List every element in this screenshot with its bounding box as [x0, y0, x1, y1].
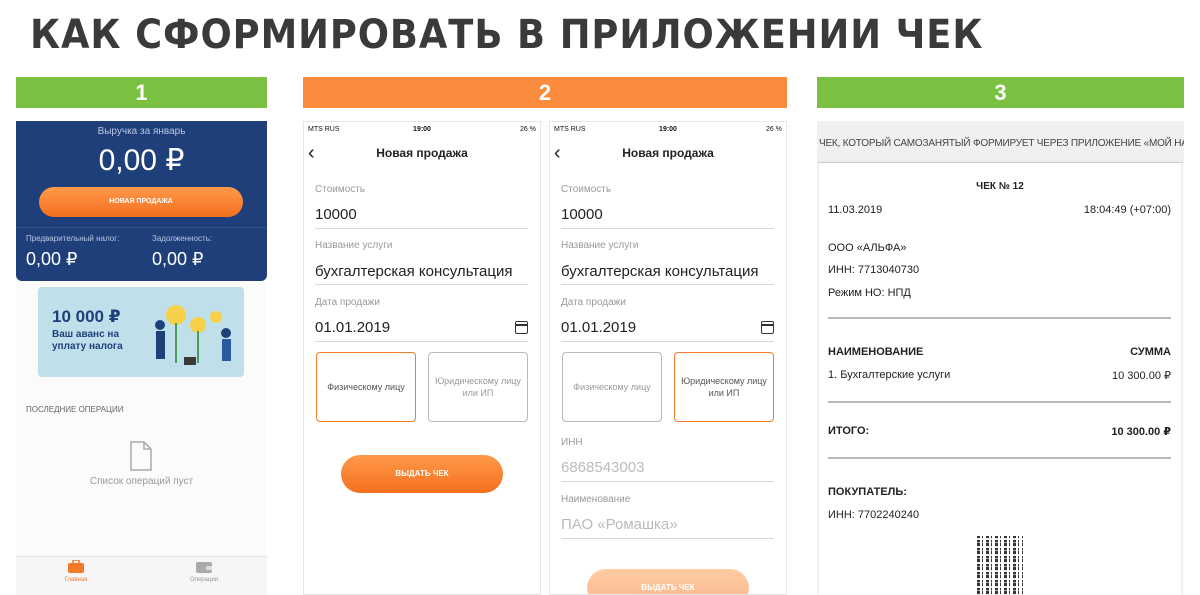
receipt-date: 11.03.2019: [828, 204, 883, 216]
choice-individual[interactable]: Физическому лицу: [562, 352, 662, 422]
total-label: ИТОГО:: [828, 425, 870, 437]
advance-banner[interactable]: 10 000 ₽ Ваш аванс на уплату налога: [38, 287, 244, 377]
new-sale-screen-legal: MTS RUS 19:00 26 % ‹ Новая продажа Стоим…: [549, 121, 787, 595]
home-screen: Выручка за январь 0,00 ₽ НОВАЯ ПРОДАЖА П…: [16, 121, 267, 595]
receipt-number: ЧЕК № 12: [976, 181, 1024, 192]
column-name-header: НАИМЕНОВАНИЕ: [828, 346, 924, 358]
buyer-label: ПОКУПАТЕЛЬ:: [828, 486, 907, 498]
calendar-icon[interactable]: [515, 321, 528, 334]
nav-title: Новая продажа: [376, 146, 468, 160]
step-2-header: 2: [303, 77, 787, 108]
total-value: 10 300.00 ₽: [1111, 426, 1171, 438]
tab-operations-label: Операции: [189, 577, 219, 583]
briefcase-icon: [68, 560, 84, 573]
service-input[interactable]: бухгалтерская консультация: [561, 263, 758, 280]
qr-code: [977, 536, 1023, 595]
wallet-icon: [196, 562, 212, 573]
new-sale-button[interactable]: НОВАЯ ПРОДАЖА: [39, 187, 243, 217]
divider: [561, 481, 774, 482]
divider: [828, 317, 1171, 319]
receipt-sheet: ЧЕК № 12 11.03.2019 18:04:49 (+07:00) ОО…: [819, 163, 1181, 595]
company-name-label: Наименование: [561, 494, 631, 505]
status-bar: MTS RUS 19:00 26 %: [304, 122, 540, 140]
step-3-header: 3: [817, 77, 1184, 108]
tab-operations[interactable]: Операции: [164, 560, 244, 583]
choice-legal-entity[interactable]: Юридическому лицу или ИП: [428, 352, 528, 422]
debt-value: 0,00 ₽: [152, 249, 204, 269]
page-title: КАК СФОРМИРОВАТЬ В ПРИЛОЖЕНИИ ЧЕК: [30, 12, 984, 58]
clock: 19:00: [413, 126, 431, 133]
date-input[interactable]: 01.01.2019: [315, 319, 390, 336]
issue-receipt-button[interactable]: ВЫДАТЬ ЧЕК: [587, 569, 749, 594]
issue-receipt-button[interactable]: ВЫДАТЬ ЧЕК: [341, 455, 503, 493]
debt-label: Задолженность:: [152, 234, 213, 243]
divider: [16, 227, 267, 228]
tax-label: Предварительный налог:: [26, 234, 120, 243]
inn-label: ИНН: [561, 437, 583, 448]
divider: [561, 341, 774, 342]
receipt-panel: ЧЕК, КОТОРЫЙ САМОЗАНЯТЫЙ ФОРМИРУЕТ ЧЕРЕЗ…: [817, 121, 1184, 595]
nav-bar: ‹ Новая продажа: [550, 140, 786, 168]
divider: [315, 228, 528, 229]
seller-inn: ИНН: 7713040730: [828, 264, 920, 276]
inn-input[interactable]: 6868543003: [561, 459, 644, 476]
tab-home-label: Главная: [64, 577, 88, 583]
divider: [561, 538, 774, 539]
divider: [828, 401, 1171, 403]
choice-individual[interactable]: Физическому лицу: [316, 352, 416, 422]
date-label: Дата продажи: [561, 297, 626, 308]
battery-label: 26 %: [520, 126, 536, 133]
service-input[interactable]: бухгалтерская консультация: [315, 263, 512, 280]
recent-operations-label: ПОСЛЕДНИЕ ОПЕРАЦИИ: [26, 405, 124, 414]
service-label: Название услуги: [315, 240, 393, 251]
tax-value: 0,00 ₽: [26, 249, 78, 269]
column-sum-header: СУММА: [1130, 346, 1171, 358]
calendar-icon[interactable]: [761, 321, 774, 334]
banner-amount: 10 000 ₽: [52, 307, 121, 326]
empty-list-text: Список операций пуст: [89, 476, 194, 487]
money-tree-illustration: [155, 305, 231, 365]
divider: [315, 284, 528, 285]
revenue-header: Выручка за январь 0,00 ₽ НОВАЯ ПРОДАЖА П…: [16, 121, 267, 281]
nav-title: Новая продажа: [622, 146, 714, 160]
buyer-inn: ИНН: 7702240240: [828, 509, 920, 521]
item-name: 1. Бухгалтерские услуги: [828, 369, 951, 381]
company-name-input[interactable]: ПАО «Ромашка»: [561, 516, 678, 533]
item-sum: 10 300.00 ₽: [1112, 370, 1171, 382]
step-1-header: 1: [16, 77, 267, 108]
document-icon: [130, 441, 152, 471]
tab-home[interactable]: Главная: [36, 560, 116, 583]
divider: [315, 341, 528, 342]
divider: [561, 284, 774, 285]
seller-name: ООО «АЛЬФА»: [828, 242, 907, 254]
divider: [561, 228, 774, 229]
choice-legal-entity[interactable]: Юридическому лицу или ИП: [674, 352, 774, 422]
divider: [828, 457, 1171, 459]
receipt-header: ЧЕК, КОТОРЫЙ САМОЗАНЯТЫЙ ФОРМИРУЕТ ЧЕРЕЗ…: [817, 121, 1184, 163]
tax-mode: Режим НО: НПД: [828, 287, 911, 299]
cost-input[interactable]: 10000: [315, 206, 357, 223]
new-sale-screen-individual: MTS RUS 19:00 26 % ‹ Новая продажа Стоим…: [303, 121, 541, 595]
banner-text: Ваш аванс на уплату налога: [52, 329, 123, 352]
cost-input[interactable]: 10000: [561, 206, 603, 223]
cost-label: Стоимость: [561, 184, 612, 195]
clock: 19:00: [659, 126, 677, 133]
revenue-value: 0,00 ₽: [98, 144, 185, 177]
tab-bar: Главная Операции: [16, 556, 267, 595]
revenue-label: Выручка за январь: [97, 126, 186, 137]
nav-bar: ‹ Новая продажа: [304, 140, 540, 168]
receipt-time: 18:04:49 (+07:00): [1083, 204, 1171, 216]
date-label: Дата продажи: [315, 297, 380, 308]
cost-label: Стоимость: [315, 184, 366, 195]
battery-label: 26 %: [766, 126, 782, 133]
service-label: Название услуги: [561, 240, 639, 251]
date-input[interactable]: 01.01.2019: [561, 319, 636, 336]
status-bar: MTS RUS 19:00 26 %: [550, 122, 786, 140]
